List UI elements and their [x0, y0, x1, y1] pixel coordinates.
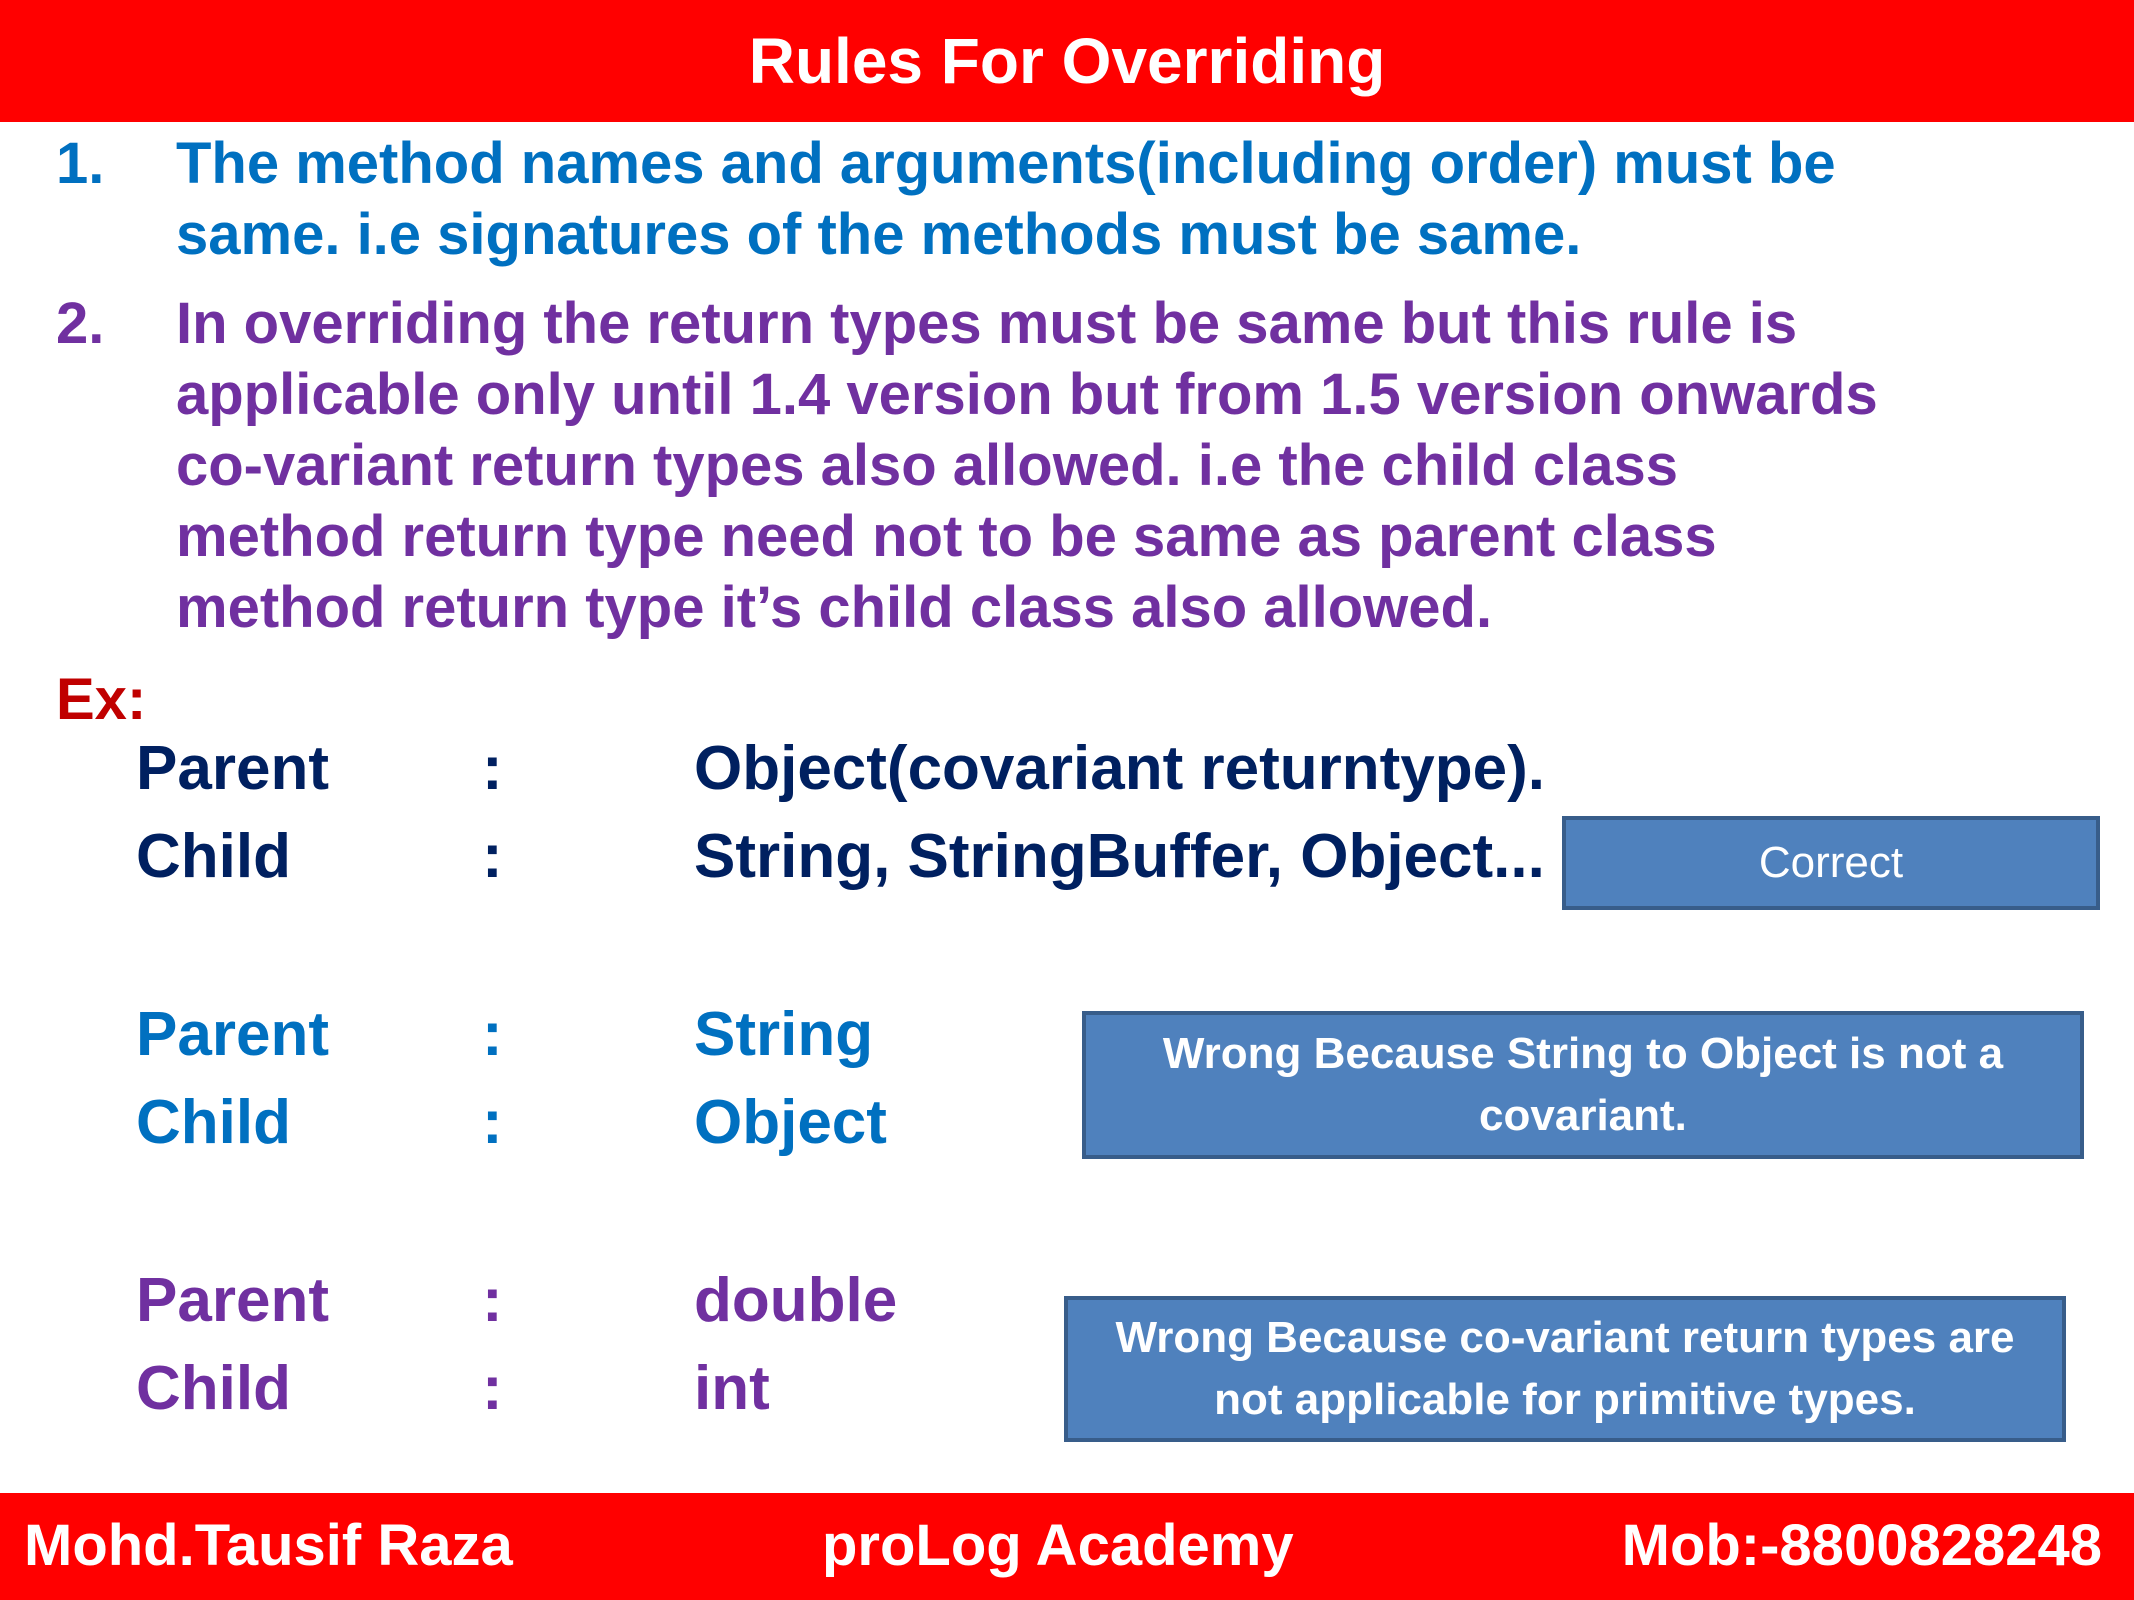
note-wrong-string-object: Wrong Because String to Object is not a …	[1082, 1011, 2084, 1159]
row-value: int	[694, 1354, 770, 1423]
rule-1-number: 1.	[56, 131, 105, 196]
note-correct: Correct	[1562, 816, 2100, 910]
note-wrong-primitive: Wrong Because co-variant return types ar…	[1064, 1296, 2066, 1442]
row-key: Child	[136, 822, 291, 891]
footer-bar: Mohd.Tausif Raza proLog Academy Mob:-880…	[0, 1493, 2134, 1600]
row-value: double	[694, 1266, 898, 1335]
rule-1-text: The method names and arguments(including…	[176, 128, 2134, 270]
row-value: String, StringBuffer, Object...	[694, 822, 1545, 891]
rule-2-line: In overriding the return types must be s…	[176, 291, 1798, 356]
row-value: String	[694, 1000, 874, 1069]
rule-2: 2. In overriding the return types must b…	[56, 288, 2096, 643]
note-line: covariant.	[1479, 1091, 1687, 1140]
example-label: Ex:	[56, 667, 147, 732]
note-line: Wrong Because co-variant return types ar…	[1115, 1313, 2015, 1362]
note-line: Correct	[1758, 838, 1904, 887]
footer-author: Mohd.Tausif Raza	[24, 1513, 513, 1578]
title-bar: Rules For Overriding	[0, 0, 2134, 122]
row-key: Child	[136, 1088, 291, 1157]
rule-1: 1. The method names and arguments(includ…	[56, 128, 2096, 270]
rule-2-number: 2.	[56, 291, 105, 356]
rule-2-line: method return type it’s child class also…	[176, 575, 1493, 640]
footer-academy: proLog Academy	[822, 1513, 1294, 1578]
rule-2-line: method return type need not to be same a…	[176, 504, 1717, 569]
slide-title: Rules For Overriding	[748, 25, 1386, 97]
rule-2-text: In overriding the return types must be s…	[176, 288, 2134, 643]
row-key: Child	[136, 1354, 291, 1423]
rule-2-line: co-variant return types also allowed. i.…	[176, 433, 1679, 498]
footer-mobile: Mob:-8800828248	[1621, 1513, 2102, 1578]
note-text: Wrong Because String to Object is not a …	[1163, 1023, 2003, 1147]
row-separator: :	[482, 822, 503, 891]
row-key: Parent	[136, 734, 329, 803]
row-value: Object(covariant returntype).	[694, 734, 1545, 803]
note-text: Wrong Because co-variant return types ar…	[1115, 1307, 2014, 1431]
row-separator: :	[482, 734, 503, 803]
note-line: not applicable for primitive types.	[1214, 1375, 1916, 1424]
row-separator: :	[482, 1000, 503, 1069]
rule-2-line: applicable only until 1.4 version but fr…	[176, 362, 1878, 427]
rule-1-line: The method names and arguments(including…	[176, 131, 1836, 196]
row-separator: :	[482, 1354, 503, 1423]
row-key: Parent	[136, 1266, 329, 1335]
row-key: Parent	[136, 1000, 329, 1069]
rule-1-line: same. i.e signatures of the methods must…	[176, 202, 1582, 267]
row-value: Object	[694, 1088, 887, 1157]
row-separator: :	[482, 1266, 503, 1335]
note-line: Wrong Because String to Object is not a	[1162, 1029, 2004, 1078]
row-separator: :	[482, 1088, 503, 1157]
